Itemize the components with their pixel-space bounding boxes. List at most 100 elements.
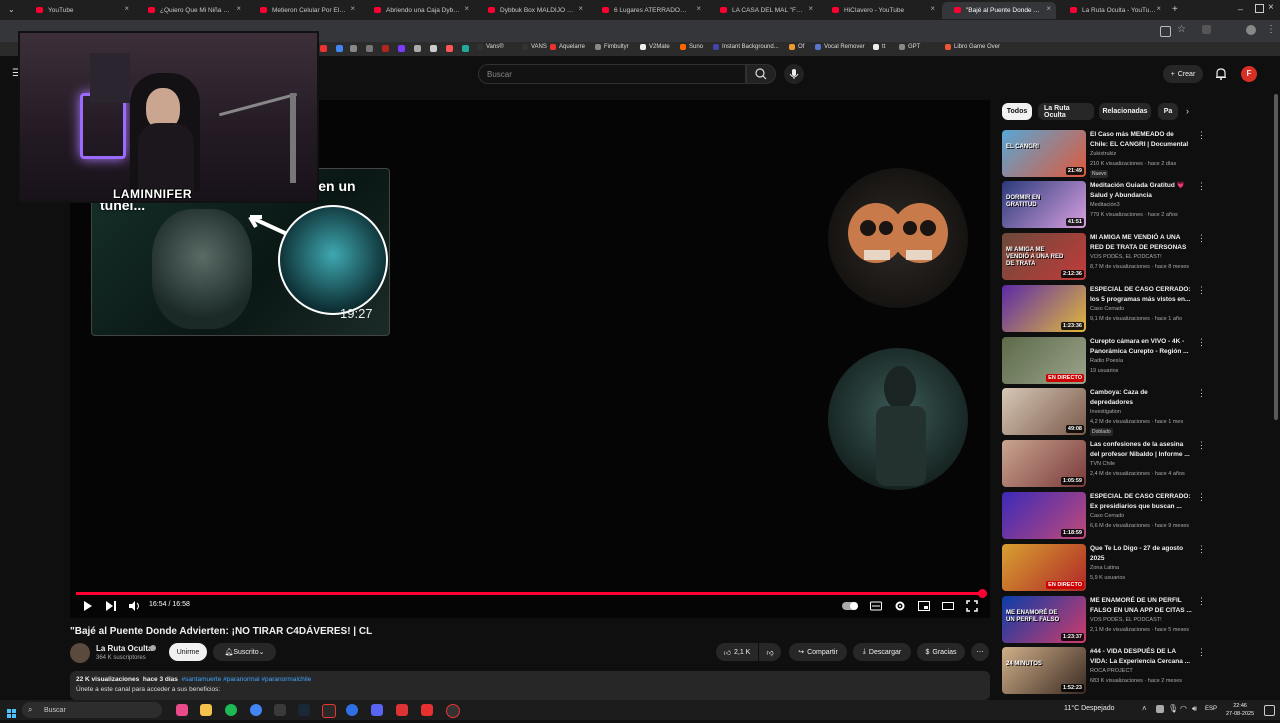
- tray-chevron-icon[interactable]: ˄: [1142, 704, 1147, 713]
- star-icon[interactable]: ☆: [1177, 24, 1186, 35]
- play-icon[interactable]: [82, 600, 94, 612]
- related-video-thumbnail[interactable]: EN DIRECTO: [1002, 337, 1086, 384]
- related-video-thumbnail[interactable]: EL CANGRI 21:49: [1002, 130, 1086, 177]
- bookmark-favicon-icon[interactable]: [398, 45, 405, 52]
- related-video-channel[interactable]: Zukistrukiz: [1090, 151, 1116, 157]
- bookmark-favicon-icon[interactable]: [446, 45, 453, 52]
- taskbar-search[interactable]: Buscar: [22, 702, 162, 718]
- scrollbar[interactable]: [1274, 94, 1278, 420]
- bookmark-item[interactable]: Of: [789, 44, 804, 50]
- close-tab-icon[interactable]: ×: [930, 4, 935, 13]
- dislike-button[interactable]: 👎︎: [759, 643, 781, 661]
- filter-chip[interactable]: Relacionadas: [1099, 103, 1151, 120]
- related-video-title[interactable]: Camboya: Caza de depredadores: [1090, 388, 1192, 407]
- spotify-icon[interactable]: [225, 704, 237, 716]
- bookmark-item[interactable]: Vans®: [477, 44, 504, 50]
- create-button[interactable]: + Crear: [1163, 65, 1203, 83]
- fullscreen-icon[interactable]: [966, 600, 978, 612]
- more-options-icon[interactable]: ⋮: [1197, 440, 1206, 451]
- menu-kebab-icon[interactable]: ⋮: [1266, 24, 1276, 35]
- bookmark-item[interactable]: Fimbultyr: [595, 44, 629, 50]
- related-video-title[interactable]: Las confesiones de la asesina del profes…: [1090, 440, 1192, 459]
- browser-tab[interactable]: LA CASA DEL MAL "Fue Malva...×: [708, 2, 818, 19]
- search-button[interactable]: [746, 64, 776, 84]
- app-icon[interactable]: [274, 704, 286, 716]
- voice-search-button[interactable]: [784, 64, 804, 84]
- browser-tab[interactable]: ¿Quiero Que Mi Niña Sea Una...×: [136, 2, 246, 19]
- next-icon[interactable]: [105, 600, 117, 612]
- bookmark-favicon-icon[interactable]: [350, 45, 357, 52]
- related-video-title[interactable]: Curepto cámara en VIVO - 4K - Panorámica…: [1090, 337, 1192, 356]
- related-video-title[interactable]: ESPECIAL DE CASO CERRADO: Ex presidiario…: [1090, 492, 1192, 511]
- close-tab-icon[interactable]: ×: [350, 4, 355, 13]
- related-video-channel[interactable]: Radio Poesía: [1090, 358, 1123, 364]
- more-actions-button[interactable]: ⋯: [971, 643, 989, 661]
- related-video-channel[interactable]: Caso Cerrado: [1090, 513, 1124, 519]
- related-video-thumbnail[interactable]: 1:18:59: [1002, 492, 1086, 539]
- miniplayer-icon[interactable]: [918, 600, 930, 612]
- bookmark-item[interactable]: VANS: [522, 44, 547, 50]
- close-tab-icon[interactable]: ×: [124, 4, 129, 13]
- related-video-channel[interactable]: Caso Cerrado: [1090, 306, 1124, 312]
- endscreen-video-element[interactable]: [828, 348, 968, 490]
- bookmark-item[interactable]: Libro Game Over: [945, 44, 1000, 50]
- bookmark-item[interactable]: Vocal Remover: [815, 44, 865, 50]
- filter-chip[interactable]: Pa: [1158, 103, 1178, 120]
- browser-tab[interactable]: Abriendo una Caja Dybbuk M... ×: [362, 2, 474, 19]
- bookmark-item[interactable]: Aquelarre: [550, 44, 585, 50]
- settings-gear-icon[interactable]: [894, 600, 906, 612]
- related-video-title[interactable]: Meditación Guiada Gratitud 💗 Salud y Abu…: [1090, 181, 1192, 200]
- autoplay-toggle[interactable]: [842, 602, 858, 610]
- more-options-icon[interactable]: ⋮: [1197, 233, 1206, 244]
- download-button[interactable]: ⤓ Descargar: [853, 643, 911, 661]
- volume-icon[interactable]: [128, 600, 140, 612]
- search-input[interactable]: Buscar: [478, 64, 746, 84]
- clock[interactable]: 22:46 27-08-2025: [1226, 702, 1254, 718]
- filter-chip[interactable]: Todos: [1002, 103, 1032, 120]
- new-tab-button[interactable]: +: [1172, 4, 1178, 15]
- related-video-thumbnail[interactable]: 1:23:36: [1002, 285, 1086, 332]
- browser-tab[interactable]: Metieron Celular Por El Ano... ×: [248, 2, 360, 19]
- tray-app-icon[interactable]: [1156, 705, 1164, 713]
- related-video-channel[interactable]: Investigation: [1090, 409, 1121, 415]
- bookmark-item[interactable]: Suno: [680, 44, 703, 50]
- bookmark-item[interactable]: Instant Background...: [713, 44, 779, 50]
- theater-mode-icon[interactable]: [942, 600, 954, 612]
- bookmark-favicon-icon[interactable]: [320, 45, 327, 52]
- bookmark-item[interactable]: tt: [873, 44, 885, 50]
- app4-icon[interactable]: [421, 704, 433, 716]
- endscreen-subscribe-element[interactable]: [828, 168, 968, 308]
- browser-tab[interactable]: La Ruta Oculta - YouTube ×: [1058, 2, 1166, 19]
- related-video-channel[interactable]: Meditación3: [1090, 202, 1120, 208]
- more-options-icon[interactable]: ⋮: [1197, 337, 1206, 348]
- progress-bar[interactable]: [76, 592, 983, 595]
- thanks-button[interactable]: $ Gracias: [917, 643, 965, 661]
- related-video-channel[interactable]: TVN Chile: [1090, 461, 1115, 467]
- hashtags[interactable]: #santamuerte #paranormal #paranormalchil…: [182, 676, 312, 683]
- related-video-title[interactable]: MI AMIGA ME VENDIÓ A UNA RED DE TRATA DE…: [1090, 233, 1192, 253]
- bookmark-favicon-icon[interactable]: [382, 45, 389, 52]
- related-video-thumbnail[interactable]: MI AMIGA ME VENDIÓ A UNA RED DE TRATA 2:1…: [1002, 233, 1086, 280]
- related-video-channel[interactable]: VOS PODÉS, EL PODCAST!: [1090, 617, 1162, 623]
- more-options-icon[interactable]: ⋮: [1197, 388, 1206, 399]
- obs-icon[interactable]: [446, 704, 460, 718]
- tray-wifi-icon[interactable]: ◠: [1180, 704, 1187, 713]
- edge-icon[interactable]: [346, 704, 358, 716]
- subtitles-icon[interactable]: [870, 600, 882, 612]
- close-tab-icon[interactable]: ×: [1156, 4, 1161, 13]
- browser-tab[interactable]: YouTube ×: [24, 2, 134, 19]
- browser-tab[interactable]: HiCIavero - YouTube ×: [820, 2, 940, 19]
- more-options-icon[interactable]: ⋮: [1197, 285, 1206, 296]
- join-button[interactable]: Unirme: [169, 643, 207, 661]
- related-video-thumbnail[interactable]: ME ENAMORÉ DE UN PERFIL FALSO 1:23:37: [1002, 596, 1086, 643]
- related-video-channel[interactable]: Zona Latina: [1090, 565, 1119, 571]
- related-video-thumbnail[interactable]: 24 MINUTOS 1:52:23: [1002, 647, 1086, 694]
- avatar[interactable]: F: [1241, 66, 1257, 82]
- more-options-icon[interactable]: ⋮: [1197, 130, 1206, 141]
- close-tab-icon[interactable]: ×: [464, 4, 469, 13]
- bookmark-favicon-icon[interactable]: [336, 45, 343, 52]
- profile-icon[interactable]: [1246, 25, 1256, 35]
- related-video-thumbnail[interactable]: 49:08: [1002, 388, 1086, 435]
- share-button[interactable]: ↪ Compartir: [789, 643, 847, 661]
- related-video-channel[interactable]: ROCA PROJECT: [1090, 668, 1133, 674]
